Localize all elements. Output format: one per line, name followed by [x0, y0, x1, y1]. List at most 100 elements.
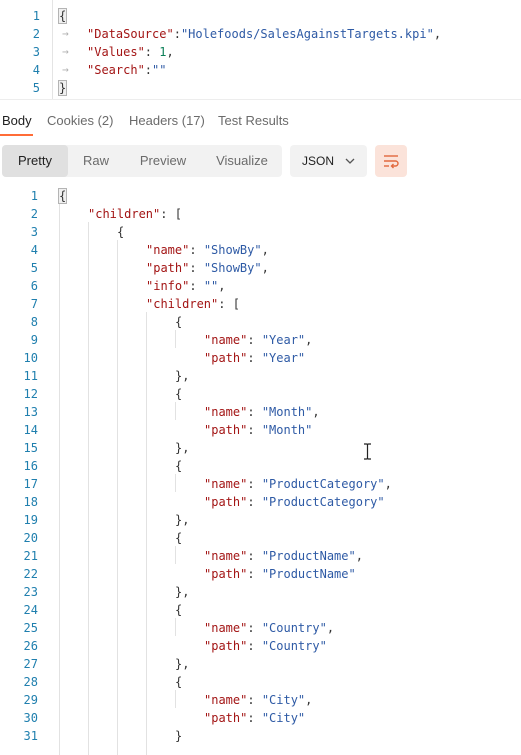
- code-token: "children": [88, 207, 161, 221]
- code-line: 14 "path": "Month": [0, 421, 521, 439]
- code-token: {: [175, 387, 183, 401]
- line-number: 2: [30, 207, 38, 221]
- code-line: 20 {: [0, 529, 521, 547]
- line-number: 15: [23, 441, 38, 455]
- response-tabs: Body Cookies (2) Headers (17) Test Resul…: [0, 106, 521, 136]
- line-number: 16: [23, 459, 38, 473]
- code-token: :: [189, 243, 204, 257]
- line-number: 7: [30, 297, 38, 311]
- code-text: {: [175, 457, 182, 475]
- code-line: 17 "name": "ProductCategory",: [0, 475, 521, 493]
- code-token: "": [152, 63, 167, 77]
- code-token: "info": [146, 279, 190, 293]
- code-text: "children": [: [88, 205, 182, 223]
- code-token: :: [247, 711, 262, 725]
- code-text: "children": [: [146, 295, 240, 313]
- code-text: "path": "ProductCategory": [204, 493, 385, 511]
- code-line: 3 → "Values": 1,: [0, 43, 521, 61]
- code-token: {: [117, 225, 125, 239]
- code-token: :: [247, 351, 262, 365]
- code-token: ,: [384, 477, 392, 491]
- code-text: "name": "City",: [204, 691, 312, 709]
- code-line: 31}: [0, 727, 521, 745]
- code-token: "Month": [261, 405, 313, 419]
- code-token: ,: [355, 549, 363, 563]
- format-select[interactable]: JSON: [290, 145, 367, 177]
- code-token: :: [247, 549, 262, 563]
- view-mode-visualize[interactable]: Visualize: [202, 145, 282, 177]
- line-number: 27: [23, 657, 38, 671]
- code-token: :: [247, 693, 262, 707]
- line-number: 10: [23, 351, 38, 365]
- code-token: },: [175, 585, 190, 599]
- code-text: {: [175, 601, 182, 619]
- line-number: 1: [30, 189, 38, 203]
- wrap-lines-icon: [384, 155, 399, 169]
- code-token: "ProductName": [261, 549, 356, 563]
- code-line: 23},: [0, 583, 521, 601]
- code-token: "DataSource": [87, 27, 174, 41]
- code-line: 4 "name": "ShowBy",: [0, 241, 521, 259]
- code-token: : [: [160, 207, 182, 221]
- code-token: ,: [312, 405, 320, 419]
- tab-cookies[interactable]: Cookies (2): [47, 113, 113, 128]
- view-mode-preview[interactable]: Preview: [124, 145, 202, 177]
- code-text: "path": "ProductName": [204, 565, 356, 583]
- code-token: },: [175, 369, 190, 383]
- code-text: "info": "",: [146, 277, 226, 295]
- code-line: 19},: [0, 511, 521, 529]
- line-number: 17: [23, 477, 38, 491]
- view-mode-raw[interactable]: Raw: [68, 145, 124, 177]
- line-number: 4: [32, 63, 40, 77]
- line-number: 18: [23, 495, 38, 509]
- line-number: 6: [30, 279, 38, 293]
- code-text: {: [175, 673, 182, 691]
- line-number: 28: [23, 675, 38, 689]
- line-number: 20: [23, 531, 38, 545]
- code-line: 1{: [0, 187, 521, 205]
- tab-arrow-icon: →: [62, 63, 69, 76]
- code-token: ,: [305, 693, 313, 707]
- wrap-lines-button[interactable]: [375, 145, 407, 177]
- response-body-viewer[interactable]: 1{2 "children": [3{4 "name": "ShowBy", 5 "pa…: [0, 186, 521, 755]
- code-token: "Year": [261, 333, 306, 347]
- line-number: 3: [30, 225, 38, 239]
- line-number: 29: [23, 693, 38, 707]
- code-line: 15},: [0, 439, 521, 457]
- code-token: "Search": [87, 63, 145, 77]
- code-token: "ProductName": [261, 567, 356, 581]
- code-token: "Holefoods/SalesAgainstTargets.kpi": [180, 27, 434, 41]
- code-token: {: [175, 603, 183, 617]
- code-text: "name": "Country",: [204, 619, 334, 637]
- code-line: 29 "name": "City",: [0, 691, 521, 709]
- code-token: :: [247, 405, 262, 419]
- code-token: :: [173, 27, 181, 41]
- tab-arrow-icon: →: [62, 27, 69, 40]
- code-token: "Year": [261, 351, 306, 365]
- line-number: 23: [23, 585, 38, 599]
- code-token: }: [175, 729, 183, 743]
- code-token: "ProductCategory": [261, 495, 385, 509]
- code-text: },: [175, 583, 189, 601]
- code-text: {: [57, 187, 68, 205]
- tab-headers[interactable]: Headers (17): [129, 113, 205, 128]
- request-body-editor[interactable]: 1{2 → "DataSource":"Holefoods/SalesAgainst…: [0, 0, 521, 100]
- line-number: 21: [23, 549, 38, 563]
- tab-body[interactable]: Body: [2, 113, 32, 128]
- code-token: "": [203, 279, 219, 293]
- code-token: "name": [204, 549, 248, 563]
- tab-test-results[interactable]: Test Results: [218, 113, 289, 128]
- view-mode-pretty[interactable]: Pretty: [2, 145, 68, 177]
- code-token: ,: [218, 279, 226, 293]
- code-token: "name": [146, 243, 190, 257]
- line-number: 30: [23, 711, 38, 725]
- code-token: :: [247, 567, 262, 581]
- line-number: 5: [30, 261, 38, 275]
- code-token: {: [175, 531, 183, 545]
- line-number: 4: [30, 243, 38, 257]
- code-line: 21 "name": "ProductName",: [0, 547, 521, 565]
- code-token: :: [247, 639, 262, 653]
- code-line: 6 "info": "",: [0, 277, 521, 295]
- code-token: },: [175, 657, 190, 671]
- code-line: 3{: [0, 223, 521, 241]
